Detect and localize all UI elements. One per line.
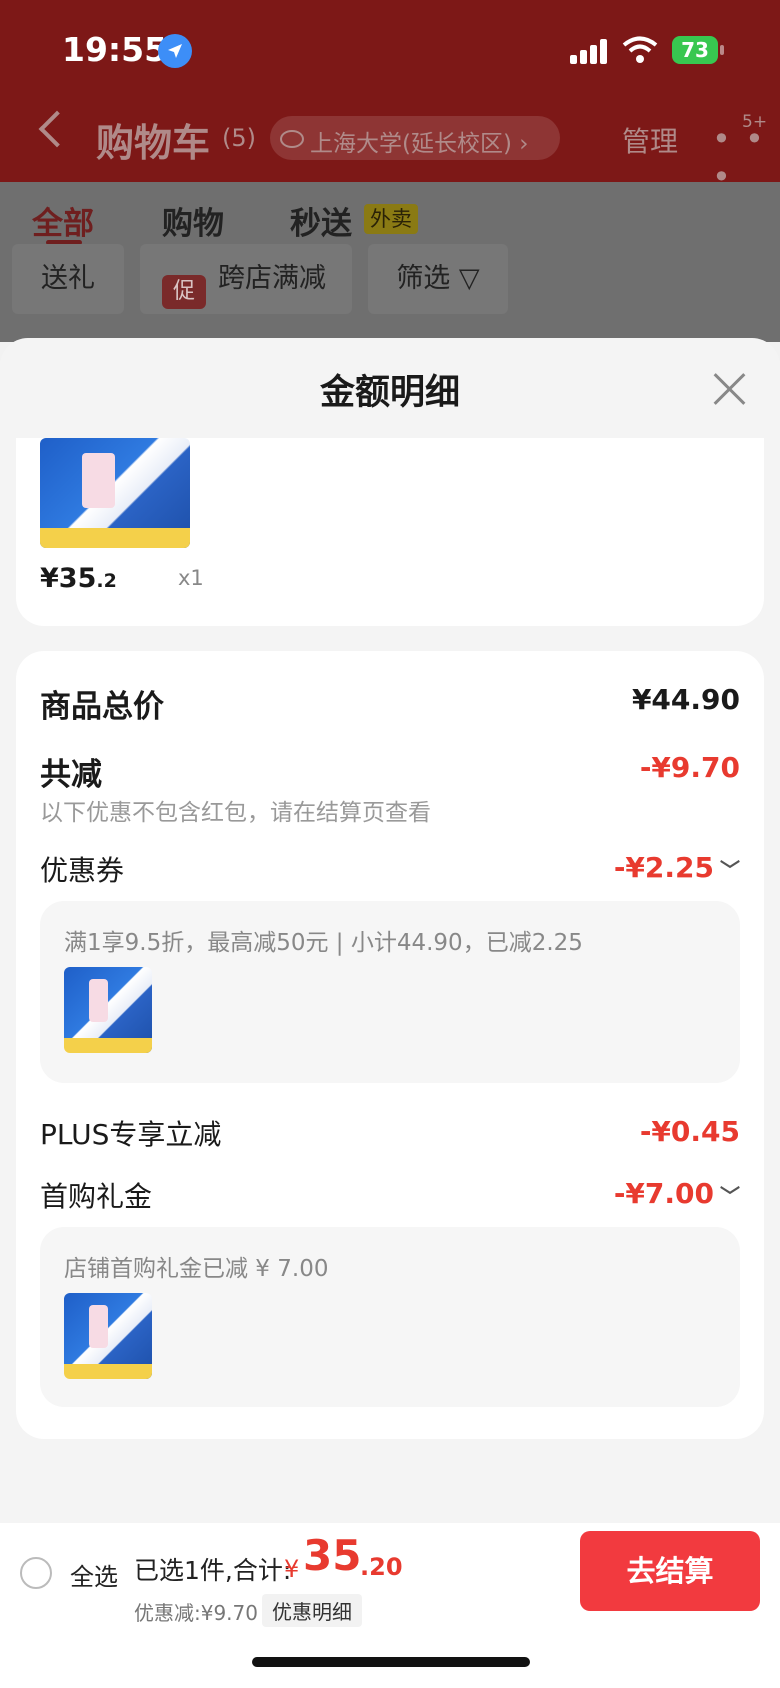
product-thumbnail — [64, 967, 152, 1053]
item-price: ¥35.2 — [40, 563, 117, 594]
battery-cap-icon — [720, 45, 724, 55]
coupon-value: -¥2.25 — [613, 851, 714, 884]
battery-icon: 73 — [672, 36, 718, 64]
first-purchase-toggle[interactable]: -¥7.00 ﹀ — [614, 1177, 740, 1210]
filter-gift[interactable]: 送礼 — [12, 244, 124, 314]
plus-value: -¥0.45 — [639, 1115, 740, 1148]
status-time: 19:55 — [62, 30, 168, 69]
chevron-down-icon: ﹀ — [720, 858, 740, 882]
filter-cross-store-label: 跨店满减 — [218, 263, 326, 294]
tab-instant[interactable]: 秒送 — [290, 198, 352, 243]
close-icon[interactable] — [712, 370, 748, 406]
eye-icon — [280, 130, 304, 148]
discount-detail-link[interactable]: 优惠明细 — [262, 1594, 362, 1627]
wifi-icon — [622, 34, 658, 64]
reduce-note: 以下优惠不包含红包，请在结算页查看 — [40, 800, 431, 826]
location-selector[interactable]: 上海大学(延长校区) › — [270, 116, 560, 160]
product-image — [40, 438, 190, 548]
total-amount: 35 — [303, 1531, 362, 1580]
total-label: 商品总价 — [40, 689, 164, 725]
item-quantity: x1 — [178, 566, 204, 590]
coupon-detail-box: 满1享9.5折，最高减50元 | 小计44.90，已减2.25 — [40, 901, 740, 1083]
location-arrow-icon — [158, 34, 192, 68]
coupon-label: 优惠券 — [40, 854, 125, 887]
filter-button[interactable]: 筛选 ▽ — [368, 244, 508, 314]
selected-summary: 已选1件,合计: — [134, 1556, 292, 1585]
tab-all[interactable]: 全部 — [32, 198, 94, 243]
first-purchase-label: 首购礼金 — [40, 1180, 153, 1213]
sheet-title: 金额明细 — [319, 373, 460, 413]
checkout-button[interactable]: 去结算 — [580, 1531, 760, 1611]
reduce-label: 共减 — [40, 757, 102, 793]
home-indicator — [252, 1657, 530, 1667]
first-purchase-detail-text: 店铺首购礼金已减 ¥ 7.00 — [64, 1256, 329, 1282]
message-badge: 5+ — [742, 112, 768, 132]
select-all-checkbox[interactable] — [20, 1557, 52, 1589]
first-purchase-value: -¥7.00 — [613, 1177, 714, 1210]
price-summary-card: 商品总价 ¥44.90 共减 -¥9.70 以下优惠不包含红包，请在结算页查看 … — [16, 651, 764, 1439]
page-title: 购物车 — [96, 121, 211, 165]
cellular-signal-icon — [570, 38, 610, 64]
product-thumbnail — [64, 1293, 152, 1379]
manage-button[interactable]: 管理 — [622, 120, 678, 160]
total-currency: ¥ — [284, 1555, 300, 1583]
coupon-detail-text: 满1享9.5折，最高减50元 | 小计44.90，已减2.25 — [64, 930, 583, 956]
tab-shopping[interactable]: 购物 — [162, 198, 224, 243]
item-card: ¥35.2 x1 — [16, 438, 764, 626]
location-text: 上海大学(延长校区) › — [310, 131, 529, 157]
first-purchase-detail-box: 店铺首购礼金已减 ¥ 7.00 — [40, 1227, 740, 1407]
cart-count: (5) — [222, 124, 256, 152]
promo-icon: 促 — [162, 275, 206, 309]
select-all-label[interactable]: 全选 — [70, 1557, 118, 1592]
amount-detail-sheet: 金额明细 ¥35.2 x1 商品总价 ¥44.90 共减 -¥9.70 以下优惠… — [0, 338, 780, 1688]
coupon-toggle[interactable]: -¥2.25 ﹀ — [614, 851, 740, 884]
chevron-down-icon: ﹀ — [720, 1184, 740, 1208]
takeout-tag: 外卖 — [364, 204, 418, 234]
reduce-value: -¥9.70 — [639, 751, 740, 784]
plus-label: PLUS专享立减 — [40, 1118, 222, 1151]
total-value: ¥44.90 — [631, 683, 740, 716]
discount-amount: 优惠减:¥9.70 — [134, 1601, 258, 1625]
total-amount-decimal: .20 — [360, 1553, 403, 1581]
